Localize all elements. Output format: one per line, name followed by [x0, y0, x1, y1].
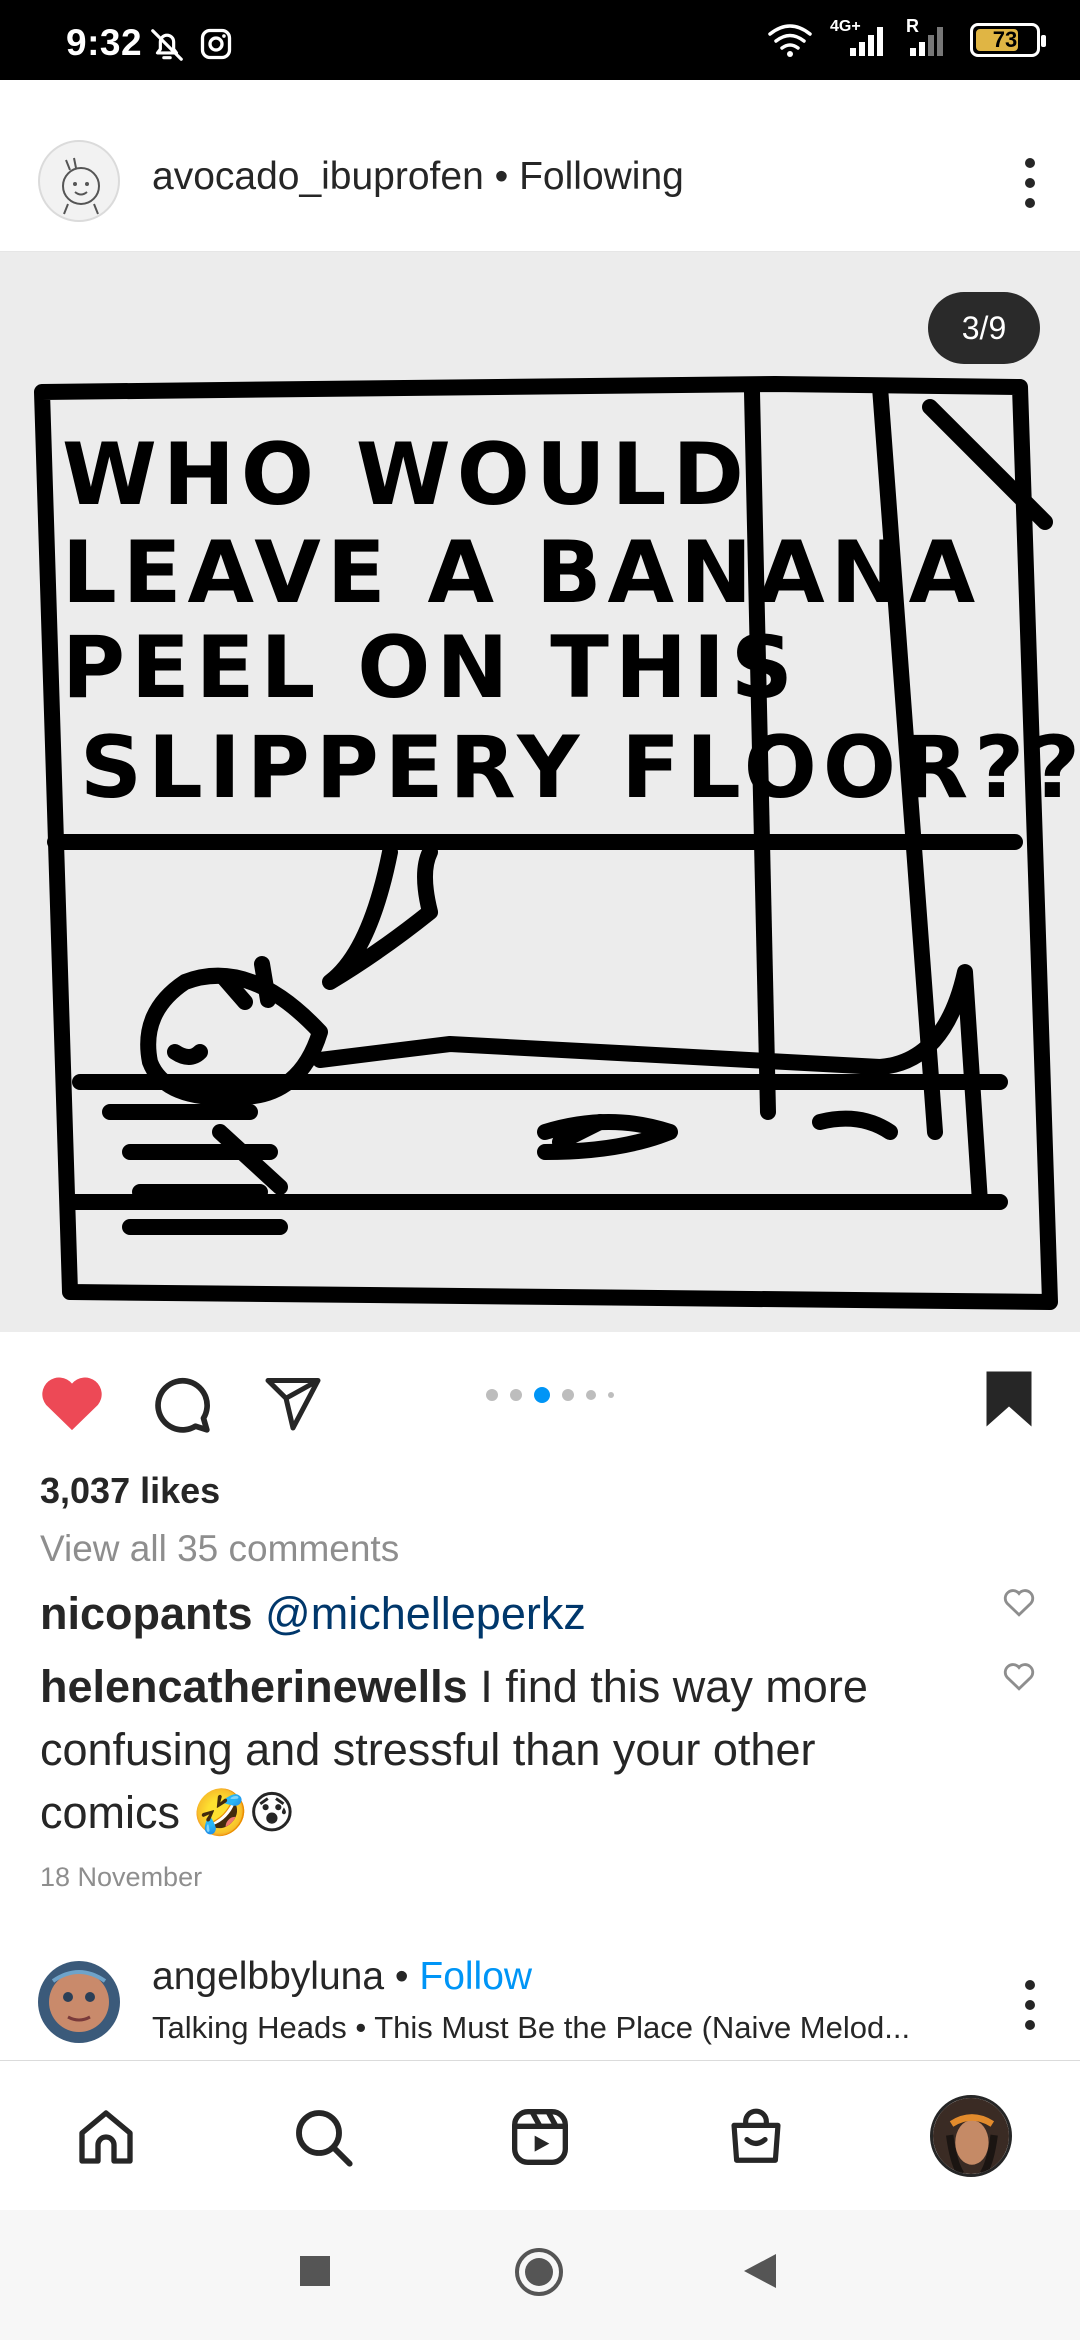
avatar[interactable]	[38, 1961, 120, 2043]
comment-username[interactable]: nicopants	[40, 1588, 253, 1639]
carousel-dot	[510, 1389, 522, 1401]
following-button[interactable]: Following	[519, 155, 684, 198]
nav-home[interactable]	[68, 2099, 144, 2175]
profile-avatar	[930, 2095, 1012, 2177]
nav-shop[interactable]	[718, 2099, 794, 2175]
back-icon[interactable]	[742, 2252, 778, 2290]
nav-reels[interactable]	[502, 2099, 578, 2175]
recent-apps-icon[interactable]	[298, 2254, 332, 2288]
comment-icon[interactable]	[150, 1373, 212, 1435]
home-circle-icon[interactable]	[513, 2246, 565, 2298]
bookmark-icon[interactable]	[984, 1369, 1034, 1429]
post-actions	[0, 1335, 1080, 1465]
comic-line-2: LEAVE A BANANA	[62, 523, 981, 623]
comment-2: helencatherinewells I find this way more…	[40, 1655, 940, 1844]
next-post-header: angelbbyluna • Follow Talking Heads • Th…	[0, 1945, 1080, 2065]
follow-button[interactable]: Follow	[419, 1955, 532, 1998]
signal-icon-sim2: R	[906, 16, 956, 58]
separator: •	[483, 155, 520, 198]
status-time: 9:32	[66, 22, 143, 63]
nav-search[interactable]	[285, 2099, 361, 2175]
next-post-author-line: angelbbyluna • Follow	[152, 1955, 532, 1999]
comment-username[interactable]: helencatherinewells	[40, 1661, 468, 1712]
battery-icon: 73	[970, 23, 1046, 57]
share-send-icon[interactable]	[262, 1373, 324, 1433]
comic-line-3: PEEL ON THIS	[62, 618, 799, 718]
wifi-icon	[768, 24, 812, 57]
separator: •	[384, 1955, 420, 1998]
likes-count[interactable]: 3,037 likes	[40, 1470, 220, 1512]
status-bar: 9:32 4G+ R 73	[0, 0, 1080, 80]
home-icon	[79, 2110, 133, 2164]
more-options-icon[interactable]	[1020, 158, 1040, 208]
comic-line-4: SLIPPERY FLOOR??	[80, 718, 1080, 818]
post-image[interactable]: WHO WOULD LEAVE A BANANA PEEL ON THIS SL…	[0, 252, 1080, 1332]
comment-like-icon[interactable]	[1002, 1660, 1036, 1692]
comment-text[interactable]: @michelleperkz	[265, 1588, 586, 1639]
battery-level: 73	[992, 27, 1018, 52]
comment-like-icon[interactable]	[1002, 1586, 1036, 1618]
post-username[interactable]: avocado_ibuprofen	[152, 155, 484, 198]
post-header: avocado_ibuprofen • Following	[0, 80, 1080, 252]
avatar[interactable]	[38, 140, 120, 222]
slide-counter: 3/9	[928, 292, 1040, 364]
carousel-dot	[534, 1387, 550, 1403]
carousel-dot	[562, 1389, 574, 1401]
system-nav-bar	[0, 2210, 1080, 2340]
status-right-icons: 4G+ R 73	[766, 16, 1046, 58]
bottom-nav	[0, 2060, 1080, 2210]
signal-icon: 4G+	[828, 18, 892, 58]
more-options-icon[interactable]	[1020, 1980, 1040, 2030]
instagram-icon	[200, 28, 232, 60]
post-author-line: avocado_ibuprofen • Following	[152, 155, 684, 199]
reels-icon	[512, 2109, 568, 2165]
carousel-dot	[608, 1392, 614, 1398]
nav-profile[interactable]	[930, 2095, 1012, 2177]
comic-drawing: WHO WOULD LEAVE A BANANA PEEL ON THIS SL…	[34, 376, 1080, 1310]
audio-track-link[interactable]: Talking Heads • This Must Be the Place (…	[152, 2010, 962, 2046]
bell-off-icon	[151, 29, 183, 61]
search-icon	[296, 2110, 353, 2167]
comment-1: nicopants @michelleperkz	[40, 1582, 940, 1645]
next-post-username[interactable]: angelbbyluna	[152, 1955, 384, 1998]
status-left-icons	[148, 26, 234, 64]
carousel-dot	[586, 1390, 596, 1400]
post-date: 18 November	[40, 1862, 203, 1892]
view-all-comments-link[interactable]: View all 35 comments	[40, 1528, 399, 1570]
shop-icon	[731, 2108, 781, 2163]
carousel-dot	[486, 1389, 498, 1401]
like-heart-icon[interactable]	[38, 1371, 106, 1433]
comic-line-1: WHO WOULD	[62, 425, 750, 525]
carousel-indicator	[486, 1387, 614, 1403]
